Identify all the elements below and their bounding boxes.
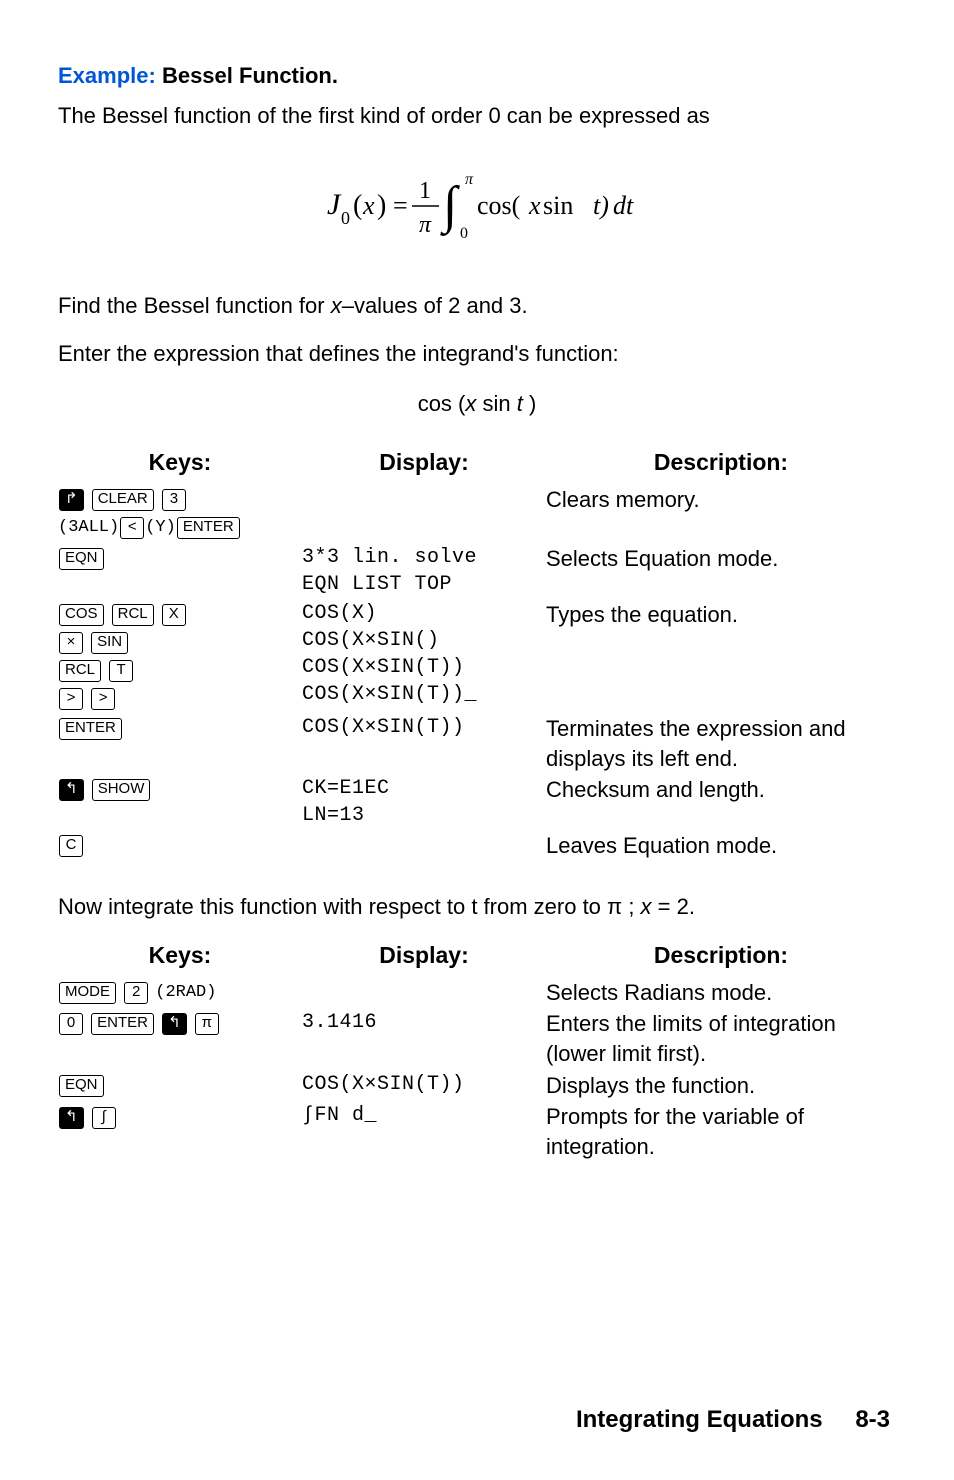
display-cell: COS(X) COS(X×SIN() COS(X×SIN(T)) COS(X×S…: [302, 599, 546, 713]
shift-left-key: ↰: [162, 1013, 187, 1035]
mode-key: MODE: [59, 982, 116, 1004]
eqn-key: EQN: [59, 1075, 104, 1097]
example-title: Bessel Function.: [162, 63, 338, 88]
formula-int-high: π: [465, 171, 474, 188]
formula-cos: cos(: [477, 191, 520, 220]
table-row: ↰ ∫ ∫FN d_ Prompts for the variable of i…: [58, 1101, 896, 1162]
table-row: ↱ CLEAR 3 (3ALL)<(Y)ENTER Clears memory.: [58, 484, 896, 543]
eqn-key: EQN: [59, 548, 104, 570]
formula-eq: =: [393, 191, 408, 220]
rcl-key: RCL: [112, 604, 154, 626]
formula-J: J: [327, 188, 342, 221]
display-cell: 3.1416: [302, 1008, 546, 1069]
table-row: ENTER COS(X×SIN(T)) Terminates the expre…: [58, 713, 896, 774]
col-keys: Keys:: [58, 447, 302, 484]
right-key: >: [59, 688, 83, 710]
show-key: SHOW: [92, 779, 151, 801]
multiply-key: ×: [59, 632, 83, 654]
desc-cell: Selects Equation mode.: [546, 543, 896, 599]
key-table-1: Keys: Display: Description: ↱ CLEAR 3 (3…: [58, 447, 896, 862]
desc-cell: Types the equation.: [546, 599, 896, 713]
rcl-key: RCL: [59, 660, 101, 682]
display-cell: ∫FN d_: [302, 1101, 546, 1162]
display-cell: COS(X×SIN(T)): [302, 1070, 546, 1102]
x-key: X: [162, 604, 186, 626]
display-cell: 3*3 lin. solve EQN LIST TOP: [302, 543, 546, 599]
formula-int-low: 0: [460, 225, 468, 242]
table-row: C Leaves Equation mode.: [58, 830, 896, 862]
example-label: Example:: [58, 63, 156, 88]
three-key: 3: [162, 489, 186, 511]
sin-key: SIN: [91, 632, 128, 654]
desc-cell: Displays the function.: [546, 1070, 896, 1102]
left-key: <: [120, 517, 144, 539]
key-table-2: Keys: Display: Description: MODE 2 (2RAD…: [58, 940, 896, 1163]
formula-pi: π: [419, 212, 432, 238]
formula-sin: sin: [543, 191, 573, 220]
col-description: Description:: [546, 447, 896, 484]
clear-key: CLEAR: [92, 489, 154, 511]
display-cell: COS(X×SIN(T)): [302, 713, 546, 774]
example-heading: Example: Bessel Function.: [58, 62, 896, 91]
display-cell: CK=E1EC LN=13: [302, 774, 546, 830]
formula-integral: ∫: [440, 177, 460, 236]
raw-3all: (3ALL): [58, 518, 119, 537]
col-display: Display:: [302, 447, 546, 484]
formula-dt: dt: [613, 191, 634, 220]
shift-right-key: ↱: [59, 489, 84, 511]
formula-x2: x: [528, 191, 541, 220]
desc-cell: Selects Radians mode.: [546, 977, 896, 1009]
table-row: MODE 2 (2RAD) Selects Radians mode.: [58, 977, 896, 1009]
footer-page: 8-3: [855, 1406, 890, 1433]
raw-y: (Y): [145, 518, 176, 537]
two-key: 2: [124, 982, 148, 1004]
formula: J 0 ( x ) = 1 π ∫ π 0 cos( x sin t) dt: [58, 158, 896, 253]
pi-key: π: [195, 1013, 219, 1035]
shift-left-key: ↰: [59, 1107, 84, 1129]
col-display: Display:: [302, 940, 546, 977]
desc-cell: Checksum and length.: [546, 774, 896, 830]
table-row: 0 ENTER ↰ π 3.1416 Enters the limits of …: [58, 1008, 896, 1069]
shift-left-key: ↰: [59, 779, 84, 801]
enter-key: ENTER: [177, 517, 240, 539]
desc-cell: Enters the limits of integration (lower …: [546, 1008, 896, 1069]
col-description: Description:: [546, 940, 896, 977]
footer-title: Integrating Equations: [576, 1406, 823, 1433]
c-key: C: [59, 835, 83, 857]
display-cell: [302, 484, 546, 543]
formula-one: 1: [419, 178, 431, 204]
display-cell: [302, 830, 546, 862]
formula-x: x: [362, 191, 375, 220]
desc-cell: Prompts for the variable of integration.: [546, 1101, 896, 1162]
table-row: ↰ SHOW CK=E1EC LN=13 Checksum and length…: [58, 774, 896, 830]
desc-cell: Clears memory.: [546, 484, 896, 543]
intro-text: The Bessel function of the first kind of…: [58, 101, 896, 131]
t-key: T: [109, 660, 133, 682]
enter-key: ENTER: [59, 718, 122, 740]
table-row: COS RCL X × SIN RCL T > > COS(X) COS(X×S…: [58, 599, 896, 713]
find-line: Find the Bessel function for x–values of…: [58, 291, 896, 321]
center-expression: cos (x sin t ): [58, 391, 896, 417]
cos-key: COS: [59, 604, 104, 626]
formula-paren-r: ): [377, 190, 386, 221]
formula-paren-l: (: [353, 190, 362, 221]
formula-0: 0: [341, 208, 350, 228]
display-cell: [302, 977, 546, 1009]
page: Example: Bessel Function. The Bessel fun…: [0, 0, 954, 1480]
page-footer: Integrating Equations 8-3: [576, 1406, 890, 1434]
table-row: EQN COS(X×SIN(T)) Displays the function.: [58, 1070, 896, 1102]
raw-2rad: (2RAD): [155, 983, 216, 1002]
desc-cell: Leaves Equation mode.: [546, 830, 896, 862]
zero-key: 0: [59, 1013, 83, 1035]
mid-line: Now integrate this function with respect…: [58, 892, 896, 922]
integral-key: ∫: [92, 1107, 116, 1129]
table-row: EQN 3*3 lin. solve EQN LIST TOP Selects …: [58, 543, 896, 599]
enter-line: Enter the expression that defines the in…: [58, 339, 896, 369]
right-key: >: [91, 688, 115, 710]
formula-t: t): [593, 191, 609, 220]
col-keys: Keys:: [58, 940, 302, 977]
enter-key: ENTER: [91, 1013, 154, 1035]
desc-cell: Terminates the expression and displays i…: [546, 713, 896, 774]
